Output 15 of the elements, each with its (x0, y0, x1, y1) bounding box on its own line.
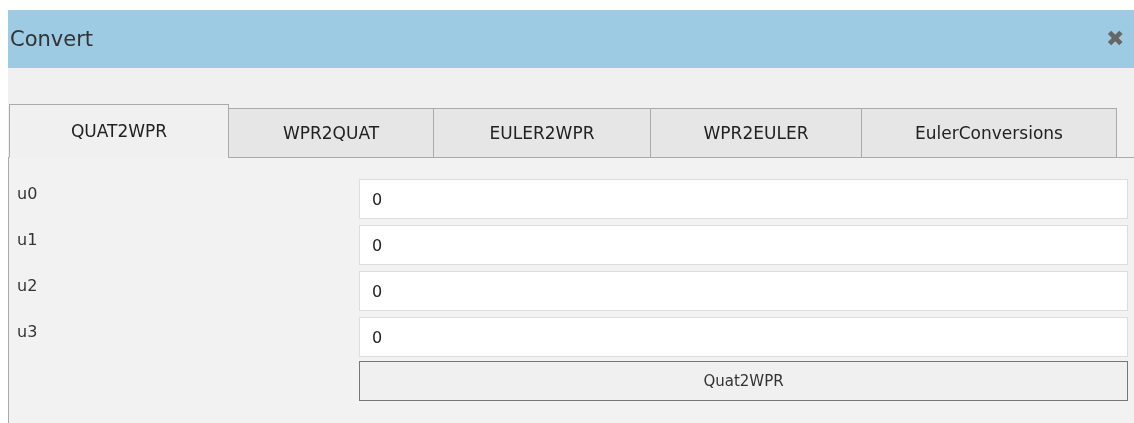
window-title: Convert (10, 27, 94, 51)
convert-button[interactable]: Quat2WPR (359, 361, 1128, 401)
tab[interactable]: WPR2QUAT (228, 108, 434, 158)
input-field[interactable]: 0 (359, 317, 1128, 357)
field-label: u3 (17, 321, 39, 341)
tab[interactable]: EULER2WPR (433, 108, 651, 158)
field-label: u2 (17, 275, 39, 295)
field-label: u0 (17, 183, 39, 203)
tab[interactable]: WPR2EULER (650, 108, 862, 158)
input-field[interactable]: 0 (359, 179, 1128, 219)
input-field[interactable]: 0 (359, 225, 1128, 265)
field-label: u1 (17, 229, 39, 249)
tab[interactable]: EulerConversions (861, 108, 1117, 158)
tab[interactable]: QUAT2WPR (9, 104, 229, 158)
input-field[interactable]: 0 (359, 271, 1128, 311)
